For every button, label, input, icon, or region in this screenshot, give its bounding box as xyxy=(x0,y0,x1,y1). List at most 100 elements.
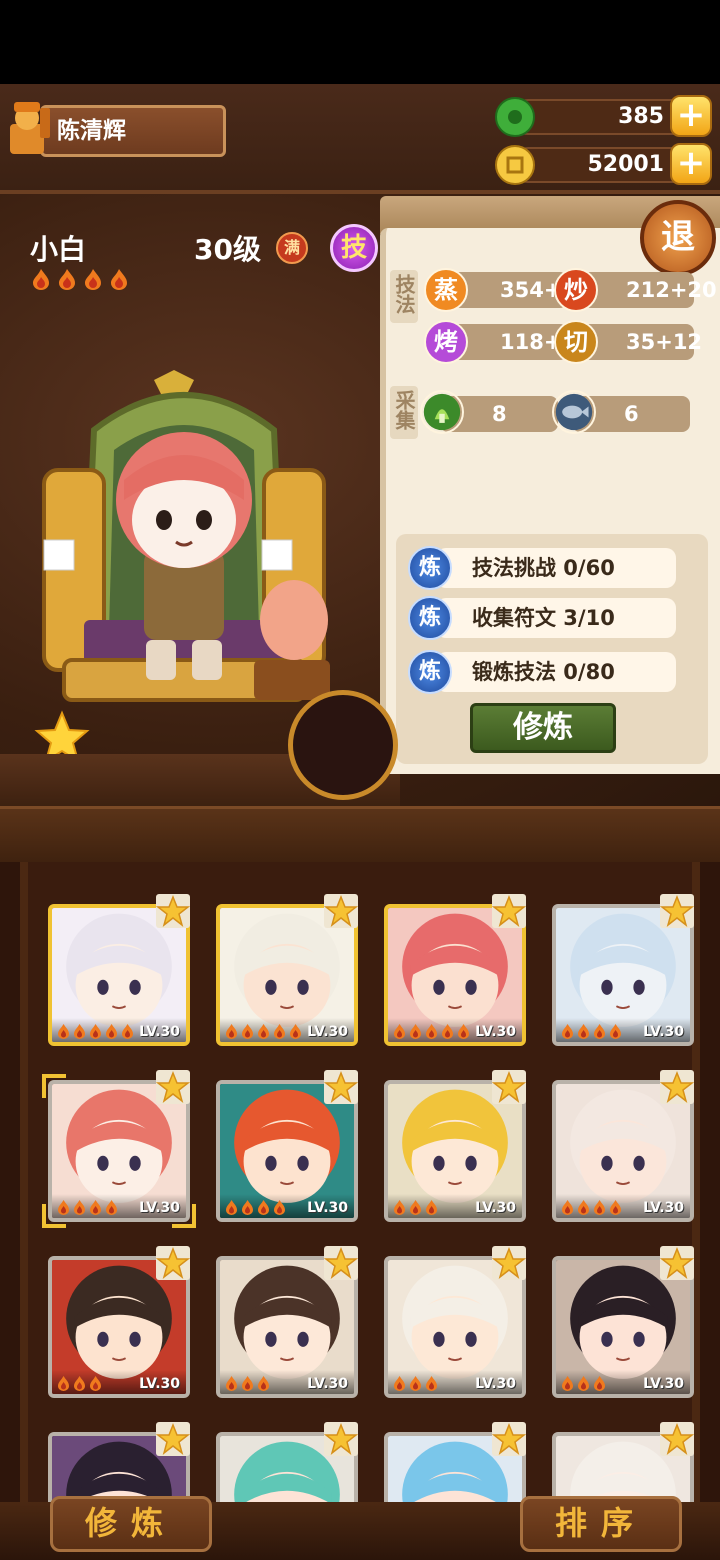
card-level: LV.30 xyxy=(475,1376,516,1392)
card-flames xyxy=(224,1375,271,1391)
add-jade-button[interactable]: + xyxy=(670,95,712,137)
gather-section-text: 采集 xyxy=(392,390,416,430)
task-collect-runes[interactable]: 收集符文 3/10 xyxy=(436,598,676,638)
card-star-icon xyxy=(660,1422,694,1456)
back-button[interactable]: 退 xyxy=(640,200,716,276)
gather-vegetable-value: 8 xyxy=(492,402,507,426)
flame-icon xyxy=(394,1200,405,1215)
player-chef-icon[interactable] xyxy=(4,98,54,158)
card-flames xyxy=(392,1023,471,1039)
task-train-skill-label: 锻炼技法 0/80 xyxy=(472,660,615,684)
card-flames xyxy=(224,1023,303,1039)
dark-circle-button[interactable] xyxy=(288,690,398,800)
refine-icon: 炼 xyxy=(408,546,452,590)
card-star-icon xyxy=(324,1070,358,1104)
card-star-icon xyxy=(156,1070,190,1104)
flame-icon xyxy=(258,1376,269,1391)
flame-icon xyxy=(226,1024,237,1039)
card-star-icon xyxy=(492,1422,526,1456)
flame-icon xyxy=(610,1024,621,1039)
flame-icon xyxy=(242,1200,253,1215)
sort-button[interactable]: 排序 xyxy=(520,1496,682,1552)
roast-skill-icon: 烤 xyxy=(424,320,468,364)
card-level: LV.30 xyxy=(139,1376,180,1392)
vegetable-icon xyxy=(420,390,464,434)
flame-icon xyxy=(594,1200,605,1215)
task-skill-challenge[interactable]: 技法挑战 0/60 xyxy=(436,548,676,588)
flame-icon xyxy=(410,1200,421,1215)
character-grid: LV.30 LV.30 LV.30 LV.30 LV.30 LV.30 LV.30 LV.30… xyxy=(20,862,700,1542)
character-flames xyxy=(30,268,130,290)
card-level: LV.30 xyxy=(643,1376,684,1392)
fish-icon xyxy=(552,390,596,434)
flame-icon xyxy=(426,1200,437,1215)
cut-skill-icon: 切 xyxy=(554,320,598,364)
flame-icon xyxy=(106,1200,117,1215)
gather-section-label: 采集 xyxy=(390,386,418,439)
card-flames xyxy=(560,1023,623,1039)
card-star-icon xyxy=(660,1246,694,1280)
task-collect-runes-label: 收集符文 3/10 xyxy=(472,606,615,630)
flame-icon xyxy=(594,1024,605,1039)
flame-icon xyxy=(562,1376,573,1391)
card-star-icon xyxy=(660,894,694,928)
flame-icon xyxy=(242,1024,253,1039)
flame-icon xyxy=(562,1024,573,1039)
selection-corner xyxy=(172,1204,196,1228)
refine-icon: 炼 xyxy=(408,650,452,694)
stirfry-skill-icon: 炒 xyxy=(554,268,598,312)
train-button[interactable]: 修炼 xyxy=(470,703,616,753)
card-star-icon xyxy=(492,1246,526,1280)
flame-icon xyxy=(578,1200,589,1215)
flame-icon xyxy=(258,1200,269,1215)
flame-icon xyxy=(610,1200,621,1215)
flame-icon xyxy=(274,1024,285,1039)
flame-icon xyxy=(458,1024,469,1039)
card-level: LV.30 xyxy=(307,1024,348,1040)
card-star-icon xyxy=(660,1070,694,1104)
card-star-icon xyxy=(156,894,190,928)
flame-icon xyxy=(394,1376,405,1391)
flame-icon xyxy=(58,1376,69,1391)
card-level: LV.30 xyxy=(643,1024,684,1040)
selection-corner xyxy=(42,1074,66,1098)
flame-icon xyxy=(426,1376,437,1391)
add-coins-button[interactable]: + xyxy=(670,143,712,185)
top-header: 陈清辉 385 + 52001 + xyxy=(0,84,720,194)
card-star-icon xyxy=(324,1246,358,1280)
skill-badge-button[interactable]: 技 xyxy=(330,224,378,272)
card-flames xyxy=(560,1199,623,1215)
skill-section-text: 技法 xyxy=(392,274,416,314)
player-name: 陈清辉 xyxy=(57,118,126,144)
card-star-icon xyxy=(492,1070,526,1104)
flame-icon xyxy=(594,1376,605,1391)
jade-amount: 385 xyxy=(618,104,664,129)
flame-icon xyxy=(242,1376,253,1391)
card-level: LV.30 xyxy=(307,1376,348,1392)
flame-icon xyxy=(90,1200,101,1215)
flame-icon xyxy=(290,1024,301,1039)
player-name-plate[interactable]: 陈清辉 xyxy=(40,105,226,157)
card-flames xyxy=(392,1375,439,1391)
flame-icon xyxy=(106,1024,117,1039)
flame-icon xyxy=(258,1024,269,1039)
task-train-skill[interactable]: 锻炼技法 0/80 xyxy=(436,652,676,692)
flame-icon xyxy=(562,1200,573,1215)
stat-cut-value: 35+12 xyxy=(626,330,703,354)
refine-icon: 炼 xyxy=(408,596,452,640)
flame-icon xyxy=(122,1024,133,1039)
flame-icon xyxy=(74,1200,85,1215)
card-star-icon xyxy=(156,1246,190,1280)
flame-icon xyxy=(58,1024,69,1039)
card-level: LV.30 xyxy=(139,1024,180,1040)
flame-icon xyxy=(226,1200,237,1215)
character-on-throne-illustration[interactable] xyxy=(34,370,334,710)
flame-icon xyxy=(578,1024,589,1039)
character-name: 小白 xyxy=(30,233,87,266)
card-flames xyxy=(224,1199,287,1215)
flame-icon xyxy=(74,1024,85,1039)
flame-icon xyxy=(90,1376,101,1391)
card-flames xyxy=(560,1375,607,1391)
flame-icon xyxy=(410,1024,421,1039)
bottom-train-button[interactable]: 修炼 xyxy=(50,1496,212,1552)
